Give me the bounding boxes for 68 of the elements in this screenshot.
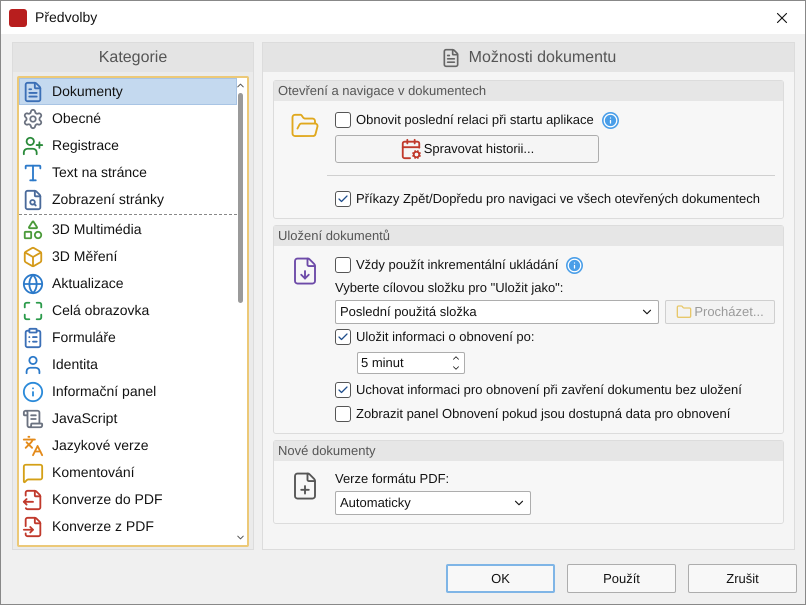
category-item[interactable]: JavaScript	[19, 405, 237, 432]
checkbox-label: Obnovit poslední relaci při startu aplikace	[356, 111, 594, 130]
checkbox-label: Příkazy Zpět/Dopředu pro navigaci ve všech otevřených dokumentech	[356, 190, 760, 208]
group-title: Nové dokumenty	[274, 441, 783, 461]
category-item[interactable]: Registrace	[19, 132, 237, 159]
category-item[interactable]: Formuláře	[19, 324, 237, 351]
category-item[interactable]: Konverze do PDF	[19, 486, 237, 513]
check-icon	[337, 331, 349, 343]
group-title: Uložení dokumentů	[274, 226, 783, 246]
checkbox-label: Uložit informaci o obnovení po:	[356, 328, 534, 346]
calendar-gear-icon	[400, 138, 422, 160]
manage-history-button[interactable]: Spravovat historii...	[335, 135, 599, 163]
category-item[interactable]: Dokumenty	[19, 78, 237, 105]
fullscreen-icon	[22, 300, 44, 322]
dialog-button[interactable]: Použít	[567, 564, 676, 593]
checkbox-label: Uchovat informaci pro obnovení při zavření dokumentu bez uložení	[356, 381, 742, 400]
info-icon	[22, 380, 44, 402]
language-icon	[22, 434, 44, 456]
shapes-icon	[22, 218, 44, 240]
pdf-convert-icon	[22, 516, 44, 538]
check-icon	[337, 384, 349, 396]
info-icon[interactable]	[602, 112, 619, 128]
spin-field[interactable]: 5 minut	[357, 352, 465, 374]
dropdown[interactable]: Poslední použitá složka	[335, 300, 659, 324]
checkbox-label: Vždy použít inkrementální ukládání	[356, 256, 558, 274]
checkbox[interactable]	[335, 112, 351, 128]
page-search-icon	[22, 188, 44, 210]
comment-icon	[22, 462, 44, 484]
checkbox-label: Zobrazit panel Obnovení pokud jsou dostupná data pro obnovení	[356, 405, 730, 424]
checkbox[interactable]	[335, 191, 351, 207]
checkbox[interactable]	[335, 329, 351, 345]
document-icon	[440, 48, 461, 68]
category-item[interactable]: Aktualizace	[19, 270, 237, 297]
dropdown[interactable]: Automaticky	[335, 491, 531, 515]
category-item[interactable]: Jazykové verze	[19, 432, 237, 459]
field-label: Verze formátu PDF:	[335, 470, 450, 488]
category-item[interactable]: Text na stránce	[19, 159, 237, 186]
checkbox[interactable]	[335, 382, 351, 398]
gear-icon	[22, 108, 44, 130]
window-title: Předvolby	[35, 8, 98, 27]
panel-title: Možnosti dokumentu	[468, 48, 616, 68]
category-item[interactable]: Zobrazení stránky	[19, 186, 237, 213]
pdf-convert-icon	[22, 488, 44, 510]
category-item[interactable]: Obecné	[19, 105, 237, 132]
dialog-button[interactable]: Zrušit	[688, 564, 797, 593]
group-title: Otevření a navigace v dokumentech	[274, 81, 783, 101]
category-item[interactable]: Informační panel	[19, 378, 237, 405]
shapes-icon	[22, 246, 44, 268]
checkbox[interactable]	[335, 257, 351, 273]
category-item[interactable]: 3D Měření	[19, 243, 237, 270]
category-item[interactable]: Konverze z PDF	[19, 513, 237, 540]
scroll-icon	[22, 408, 44, 430]
globe-icon	[22, 272, 44, 294]
folder-icon	[676, 304, 692, 320]
user-add-icon	[22, 134, 44, 156]
checkbox[interactable]	[335, 406, 351, 422]
category-item[interactable]: Komentování	[19, 459, 237, 486]
check-icon	[337, 193, 349, 205]
category-item[interactable]: Celá obrazovka	[19, 297, 237, 324]
category-item[interactable]: Identita	[19, 351, 237, 378]
info-icon[interactable]	[566, 256, 584, 274]
form-icon	[22, 326, 44, 348]
field-label: Vyberte cílovou složku pro "Uložit jako":	[335, 279, 564, 298]
dialog-button[interactable]: OK	[446, 564, 555, 593]
panel-title: Kategorie	[13, 43, 253, 72]
app-logo-icon	[9, 8, 27, 26]
category-item[interactable]: 3D Multimédia	[19, 216, 237, 243]
document-icon	[22, 80, 44, 102]
